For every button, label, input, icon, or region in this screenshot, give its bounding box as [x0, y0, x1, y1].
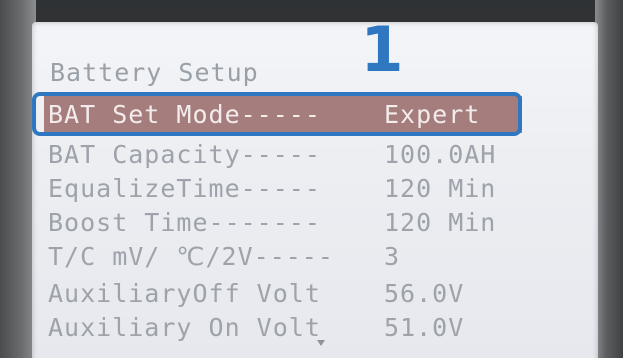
menu-row-boost-time[interactable]: Boost Time------- 120 Min — [44, 204, 522, 241]
menu-row-label: AuxiliaryOff Volt — [48, 279, 321, 308]
menu-row-value: 120 Min — [384, 174, 497, 203]
menu-row-value: 100.0AH — [384, 140, 497, 169]
step-number-annotation: 1 — [360, 13, 404, 86]
device-photo: Battery Setup BAT Set Mode----- Expert B… — [0, 0, 623, 358]
menu-row-label: Boost Time------- — [48, 208, 321, 237]
menu-row-auxiliary-off-volt[interactable]: AuxiliaryOff Volt 56.0V — [44, 275, 522, 312]
scroll-down-arrow-icon — [317, 340, 325, 346]
menu-row-equalize-time[interactable]: EqualizeTime----- 120 Min — [44, 170, 522, 207]
device-bezel-left — [0, 0, 36, 358]
menu-row-label: T/C mV/ ℃/2V----- — [48, 242, 334, 271]
menu-row-label: Auxiliary On Volt — [48, 313, 321, 342]
menu-row-temp-compensation[interactable]: T/C mV/ ℃/2V----- 3 — [44, 238, 522, 275]
menu-row-value: 120 Min — [384, 208, 497, 237]
menu-row-label: BAT Capacity----- — [48, 140, 321, 169]
menu-row-auxiliary-on-volt[interactable]: Auxiliary On Volt 51.0V — [44, 309, 522, 346]
menu-title: Battery Setup — [50, 58, 259, 87]
device-bezel-right — [595, 0, 623, 358]
menu-row-label: EqualizeTime----- — [48, 174, 321, 203]
menu-row-bat-capacity[interactable]: BAT Capacity----- 100.0AH — [44, 136, 522, 173]
menu-row-value: 3 — [384, 242, 401, 271]
menu-row-value: 56.0V — [384, 279, 465, 308]
highlight-outline-box — [32, 92, 522, 136]
menu-row-value: 51.0V — [384, 313, 465, 342]
